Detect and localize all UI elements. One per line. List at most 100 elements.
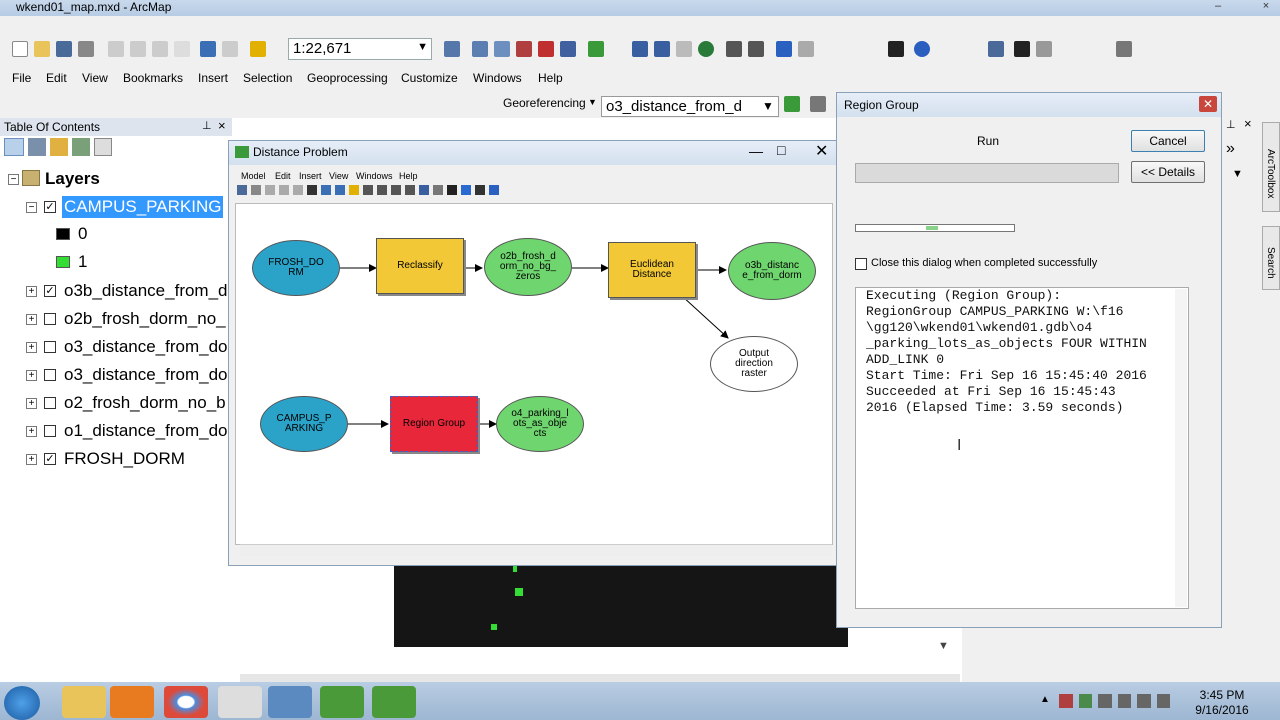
fixed-zoom-in-icon[interactable] — [726, 41, 742, 57]
camtasia-recorder-icon[interactable] — [372, 686, 416, 718]
cancel-button[interactable]: Cancel — [1131, 130, 1205, 152]
model-canvas[interactable]: FROSH_DO RM Reclassify o2b_frosh_d orm_n… — [235, 203, 833, 556]
menu-insert[interactable]: Insert — [198, 71, 228, 85]
redo-icon[interactable] — [335, 185, 345, 195]
layer-name[interactable]: o3b_distance_from_d — [64, 281, 228, 301]
undo-icon[interactable] — [321, 185, 331, 195]
output-o3b[interactable]: o3b_distanc e_from_dorm — [728, 242, 816, 300]
close-icon[interactable]: ✕ — [1199, 96, 1217, 112]
layer-name[interactable]: o1_distance_from_do — [64, 421, 228, 441]
model-horizontal-scrollbar[interactable] — [240, 544, 832, 556]
input-frosh-dorm[interactable]: FROSH_DO RM — [252, 240, 340, 296]
add-data-icon[interactable] — [250, 41, 266, 57]
details-button[interactable]: << Details — [1131, 161, 1205, 183]
paste-icon[interactable] — [293, 185, 303, 195]
delete-icon[interactable] — [174, 41, 190, 57]
power-icon[interactable] — [1098, 694, 1112, 708]
expand-icon[interactable]: + — [26, 454, 37, 465]
expand-icon[interactable]: + — [26, 286, 37, 297]
arctoolbox-tab[interactable]: ArcToolbox — [1262, 122, 1280, 212]
tool-reclassify[interactable]: Reclassify — [376, 238, 464, 294]
georeferencing-menu[interactable]: Georeferencing — [503, 96, 586, 110]
editor-icon[interactable] — [444, 41, 460, 57]
save-icon[interactable] — [237, 185, 247, 195]
menu-customize[interactable]: Customize — [401, 71, 458, 85]
select-elements-icon[interactable] — [888, 41, 904, 57]
menu-windows[interactable]: Windows — [473, 71, 522, 85]
copy-icon[interactable] — [130, 41, 146, 57]
identify-icon[interactable] — [914, 41, 930, 57]
menu-bookmarks[interactable]: Bookmarks — [123, 71, 183, 85]
media-player-icon[interactable] — [110, 686, 154, 718]
network-icon[interactable] — [1137, 694, 1151, 708]
list-by-visibility-icon[interactable] — [50, 138, 68, 156]
layer-name[interactable]: o2b_frosh_dorm_no_ — [64, 309, 226, 329]
expand-icon[interactable]: + — [26, 398, 37, 409]
layer-visibility-checkbox[interactable] — [44, 369, 56, 381]
search-app-icon[interactable] — [268, 686, 312, 718]
zoom-icon[interactable] — [405, 185, 415, 195]
pan-icon[interactable] — [676, 41, 692, 57]
output-o4[interactable]: o4_parking_l ots_as_obje cts — [496, 396, 584, 452]
menu-file[interactable]: File — [12, 71, 31, 85]
expand-icon[interactable]: + — [26, 370, 37, 381]
list-by-drawing-order-icon[interactable] — [4, 138, 24, 156]
minimize-icon[interactable]: — — [749, 143, 763, 159]
system-clock[interactable]: 3:45 PM 9/16/2016 — [1182, 688, 1262, 718]
save-icon[interactable] — [56, 41, 72, 57]
model-menu-help[interactable]: Help — [399, 171, 418, 181]
new-document-icon[interactable] — [12, 41, 28, 57]
modelbuilder-icon[interactable] — [588, 41, 604, 57]
pin-icon[interactable]: ⊥ — [202, 119, 212, 132]
full-extent-icon[interactable] — [698, 41, 714, 57]
maximize-icon[interactable]: □ — [777, 142, 785, 158]
layer-name[interactable]: o3_distance_from_do — [64, 337, 228, 357]
forward-extent-icon[interactable] — [798, 41, 814, 57]
full-extent-icon[interactable] — [377, 185, 387, 195]
auto-layout-icon[interactable] — [363, 185, 373, 195]
chevron-up-icon[interactable]: ▲ — [1040, 694, 1053, 708]
copy-icon[interactable] — [279, 185, 289, 195]
model-menu-insert[interactable]: Insert — [299, 171, 322, 181]
cut-icon[interactable] — [265, 185, 275, 195]
find-icon[interactable] — [1014, 41, 1030, 57]
map-horizontal-scrollbar[interactable] — [240, 674, 960, 682]
toc-window-icon[interactable] — [472, 41, 488, 57]
close-icon[interactable]: × — [218, 118, 226, 133]
network-flag-icon[interactable] — [1059, 694, 1073, 708]
output-o2b[interactable]: o2b_frosh_d orm_no_bg_ zeros — [484, 238, 572, 296]
double-chevron-icon[interactable]: » — [1226, 140, 1235, 158]
close-icon[interactable]: × — [1244, 116, 1252, 131]
zoom-out-icon[interactable] — [654, 41, 670, 57]
add-control-points-icon[interactable] — [784, 96, 800, 112]
chevron-down-icon[interactable]: ▼ — [1232, 168, 1243, 180]
messages-log[interactable]: Executing (Region Group): RegionGroup CA… — [855, 287, 1189, 609]
layer-name-selected[interactable]: CAMPUS_PARKING — [62, 196, 224, 218]
list-by-selection-icon[interactable] — [72, 138, 90, 156]
input-campus-parking[interactable]: CAMPUS_P ARKING — [260, 396, 348, 452]
expand-icon[interactable]: + — [26, 426, 37, 437]
layer-name[interactable]: FROSH_DORM — [64, 449, 185, 469]
start-button-icon[interactable] — [4, 686, 40, 720]
layer-visibility-checkbox[interactable]: ✓ — [44, 453, 56, 465]
collapse-icon[interactable]: − — [26, 202, 37, 213]
model-menu-windows[interactable]: Windows — [356, 171, 393, 181]
paste-icon[interactable] — [152, 41, 168, 57]
tool-euclidean-distance[interactable]: Euclidean Distance — [608, 242, 696, 298]
layer-visibility-checkbox[interactable]: ✓ — [44, 285, 56, 297]
undo-icon[interactable] — [200, 41, 216, 57]
fixed-zoom-icon[interactable] — [391, 185, 401, 195]
create-viewer-icon[interactable] — [1116, 41, 1132, 57]
tool-region-group[interactable]: Region Group — [390, 396, 478, 452]
arctoolbox-icon[interactable] — [538, 41, 554, 57]
go-to-xy-icon[interactable] — [1036, 41, 1052, 57]
layer-name[interactable]: o3_distance_from_do — [64, 365, 228, 385]
file-explorer-icon[interactable] — [62, 686, 106, 718]
zoom-in-icon[interactable] — [419, 185, 429, 195]
tray-app-icon[interactable] — [1078, 694, 1093, 708]
minimize-icon[interactable]: – — [1210, 0, 1226, 12]
collapse-icon[interactable]: − — [8, 174, 19, 185]
connect-icon[interactable] — [461, 185, 471, 195]
options-icon[interactable] — [94, 138, 112, 156]
calendar-app-icon[interactable] — [218, 686, 262, 718]
